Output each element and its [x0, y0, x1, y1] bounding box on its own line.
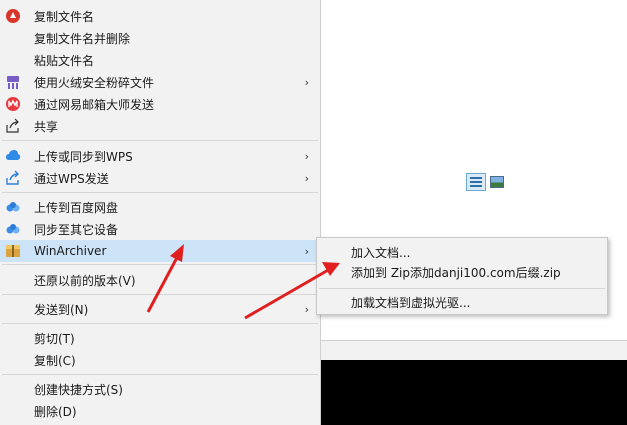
context-menu: 复制文件名 复制文件名并删除 粘贴文件名 使用火绒安全粉碎文件 › 通过网易邮箱… — [0, 0, 321, 425]
menu-separator — [2, 323, 318, 324]
submenu-item-add-to-zip[interactable]: 添加到 Zip添加danji100.com后缀.zip — [317, 261, 607, 283]
chevron-right-icon: › — [304, 244, 309, 258]
menu-item-copy-filename-delete[interactable]: 复制文件名并删除 — [0, 27, 320, 49]
submenu-item-add-to-archive[interactable]: 加入文档... — [317, 241, 607, 263]
share-icon — [5, 118, 21, 134]
details-view-icon[interactable] — [466, 173, 486, 191]
menu-item-create-shortcut[interactable]: 创建快捷方式(S) — [0, 378, 320, 400]
menu-item-label: 同步至其它设备 — [34, 222, 119, 237]
large-icons-view-icon[interactable] — [490, 176, 504, 188]
menu-item-wps-send[interactable]: 通过WPS发送 › — [0, 167, 320, 189]
menu-item-wps-upload[interactable]: 上传或同步到WPS › — [0, 145, 320, 167]
menu-item-delete[interactable]: 删除(D) — [0, 400, 320, 422]
winarchiver-submenu: 加入文档... 添加到 Zip添加danji100.com后缀.zip 加载文档… — [316, 237, 608, 315]
menu-item-label: 还原以前的版本(V) — [34, 273, 136, 288]
menu-item-label: 通过网易邮箱大师发送 — [34, 97, 155, 112]
menu-item-paste-filename[interactable]: 粘贴文件名 — [0, 49, 320, 71]
menu-item-label: 上传到百度网盘 — [34, 200, 119, 215]
menu-item-label: 使用火绒安全粉碎文件 — [34, 75, 155, 90]
menu-item-cut[interactable]: 剪切(T) — [0, 327, 320, 349]
menu-item-label: 剪切(T) — [34, 331, 75, 346]
menu-item-label: 通过WPS发送 — [34, 171, 109, 186]
menu-item-label: WinArchiver — [34, 244, 107, 258]
submenu-item-label: 添加到 Zip添加danji100.com后缀.zip — [351, 265, 561, 280]
menu-item-netease-mail[interactable]: 通过网易邮箱大师发送 — [0, 93, 320, 115]
menu-item-restore-versions[interactable]: 还原以前的版本(V) — [0, 269, 320, 291]
menu-separator — [2, 374, 318, 375]
submenu-item-label: 加入文档... — [351, 245, 411, 260]
archive-icon — [5, 243, 21, 259]
submenu-item-mount-virtual-drive[interactable]: 加载文档到虚拟光驱... — [317, 291, 607, 313]
baidu-sync-icon — [5, 221, 21, 237]
chevron-right-icon: › — [304, 75, 309, 89]
menu-item-label: 复制文件名并删除 — [34, 31, 131, 46]
menu-separator — [2, 140, 318, 141]
view-toggle-group — [466, 173, 504, 191]
menu-item-send-to[interactable]: 发送到(N) › — [0, 298, 320, 320]
shredder-icon — [5, 74, 21, 90]
menu-item-label: 共享 — [34, 119, 59, 134]
menu-item-winarchiver[interactable]: WinArchiver › — [0, 240, 320, 262]
cloud-icon — [5, 148, 21, 164]
menu-item-share[interactable]: 共享 — [0, 115, 320, 137]
menu-item-label: 复制(C) — [34, 353, 76, 368]
menu-item-label: 上传或同步到WPS — [34, 149, 133, 164]
mail-master-icon — [5, 96, 21, 112]
black-region — [320, 360, 627, 425]
chevron-right-icon: › — [304, 171, 309, 185]
menu-item-label: 创建快捷方式(S) — [34, 382, 123, 397]
baidu-cloud-icon — [5, 199, 21, 215]
chevron-right-icon: › — [304, 302, 309, 316]
menu-item-baidu-upload[interactable]: 上传到百度网盘 — [0, 196, 320, 218]
send-icon — [5, 170, 21, 186]
menu-item-sync-devices[interactable]: 同步至其它设备 — [0, 218, 320, 240]
menu-item-label: 粘贴文件名 — [34, 53, 95, 68]
status-strip — [320, 340, 627, 361]
menu-separator — [2, 294, 318, 295]
menu-item-label: 删除(D) — [34, 404, 77, 419]
menu-separator — [2, 192, 318, 193]
menu-separator — [319, 288, 605, 289]
red-app-icon — [5, 8, 21, 24]
submenu-item-label: 加载文档到虚拟光驱... — [351, 295, 471, 310]
menu-item-label: 复制文件名 — [34, 9, 95, 24]
menu-item-copy-filename[interactable]: 复制文件名 — [0, 5, 320, 27]
chevron-right-icon: › — [304, 149, 309, 163]
menu-separator — [2, 264, 318, 265]
menu-item-huorong-shred[interactable]: 使用火绒安全粉碎文件 › — [0, 71, 320, 93]
menu-item-copy[interactable]: 复制(C) — [0, 349, 320, 371]
menu-item-label: 发送到(N) — [34, 302, 89, 317]
